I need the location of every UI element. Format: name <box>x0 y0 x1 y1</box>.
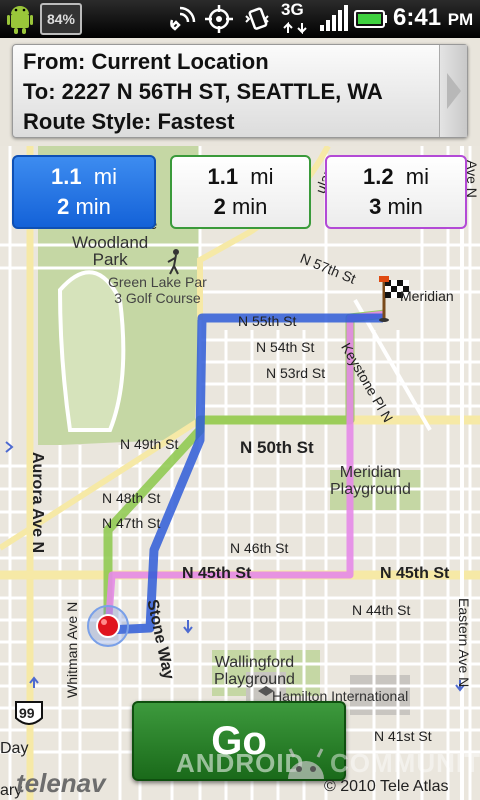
label-n46: N 46th St <box>230 540 289 556</box>
map-copyright: © 2010 Tele Atlas <box>324 778 449 795</box>
label-whitman: Whitman Ave N <box>64 601 80 698</box>
route-details-button[interactable] <box>439 45 467 137</box>
route-option-3[interactable]: 1.2 mi 3 min <box>325 155 467 229</box>
label-wallingford-playground: Wallingford Playground <box>214 654 295 688</box>
label-meridian-playground: Meridian Playground <box>330 464 411 498</box>
label-n55: N 55th St <box>238 313 297 329</box>
route-info-panel[interactable]: From: Current Location To: 2227 N 56TH S… <box>12 44 468 138</box>
label-aurora: Aurora Ave N <box>29 452 46 554</box>
watermark-community: COMMUNITY <box>330 748 480 778</box>
label-woodland-park: Woodland Park <box>72 233 149 269</box>
route-to: To: 2227 N 56TH ST, SEATTLE, WA <box>23 79 383 104</box>
label-n49: N 49th St <box>120 436 179 452</box>
route-option-distance-unit: mi <box>405 164 430 189</box>
battery-percent: 84% <box>40 3 82 35</box>
chevron-right-icon <box>446 73 461 109</box>
clock: 6:41 PM <box>393 4 473 32</box>
telenav-logo: telenav <box>16 768 106 798</box>
android-logo-icon <box>288 748 324 779</box>
signal-icon <box>316 3 350 35</box>
route-option-duration: 2 <box>57 194 70 219</box>
label-n47: N 47th St <box>102 515 161 531</box>
route-99-label: 99 <box>19 705 35 721</box>
clock-ampm: PM <box>447 10 474 29</box>
route-option-duration: 3 <box>369 194 382 219</box>
route-option-duration-unit: min <box>75 194 111 219</box>
route-option-duration-unit: min <box>231 194 268 219</box>
label-meridian: Meridian <box>400 288 454 304</box>
route-option-distance: 1.1 <box>207 164 239 189</box>
label-n45-west: N 45th St <box>182 565 252 582</box>
route-option-distance: 1.1 <box>50 164 82 189</box>
clock-time: 6:41 <box>393 4 442 31</box>
label-green-lake: Green Lake Par 3 Golf Course <box>108 274 207 306</box>
current-location-icon <box>87 605 129 647</box>
label-n45-east: N 45th St <box>380 565 450 582</box>
route-option-duration-unit: min <box>387 194 423 219</box>
route-option-distance: 1.2 <box>362 164 394 189</box>
route-option-1[interactable]: 1.1 mi 2 min <box>12 155 156 229</box>
network-type: 3G <box>281 0 304 19</box>
vibrate-icon <box>240 3 274 35</box>
label-eastern: Eastern Ave N <box>456 598 472 688</box>
route-option-distance-unit: mi <box>250 164 274 189</box>
route-style: Route Style: Fastest <box>23 109 235 134</box>
route-option-duration: 2 <box>213 194 226 219</box>
route-option-distance-unit: mi <box>93 164 118 189</box>
label-n50: N 50th St <box>240 438 314 457</box>
data-arrows-icon <box>282 21 312 35</box>
phone-wifi-icon <box>164 3 198 35</box>
android-notification-icon <box>4 3 36 35</box>
label-n53: N 53rd St <box>266 365 326 381</box>
label-n41: N 41st St <box>374 728 432 744</box>
battery-icon <box>353 3 389 35</box>
gps-icon <box>202 3 236 35</box>
route-option-2[interactable]: 1.1 mi 2 min <box>170 155 311 229</box>
status-bar: 84% 3G 6:41 PM <box>0 0 480 38</box>
label-n48: N 48th St <box>102 490 161 506</box>
label-n44: N 44th St <box>352 602 411 618</box>
label-day: Day <box>0 740 29 757</box>
golf-icon <box>167 249 179 275</box>
route-from: From: Current Location <box>23 49 269 74</box>
label-n54: N 54th St <box>256 339 315 355</box>
